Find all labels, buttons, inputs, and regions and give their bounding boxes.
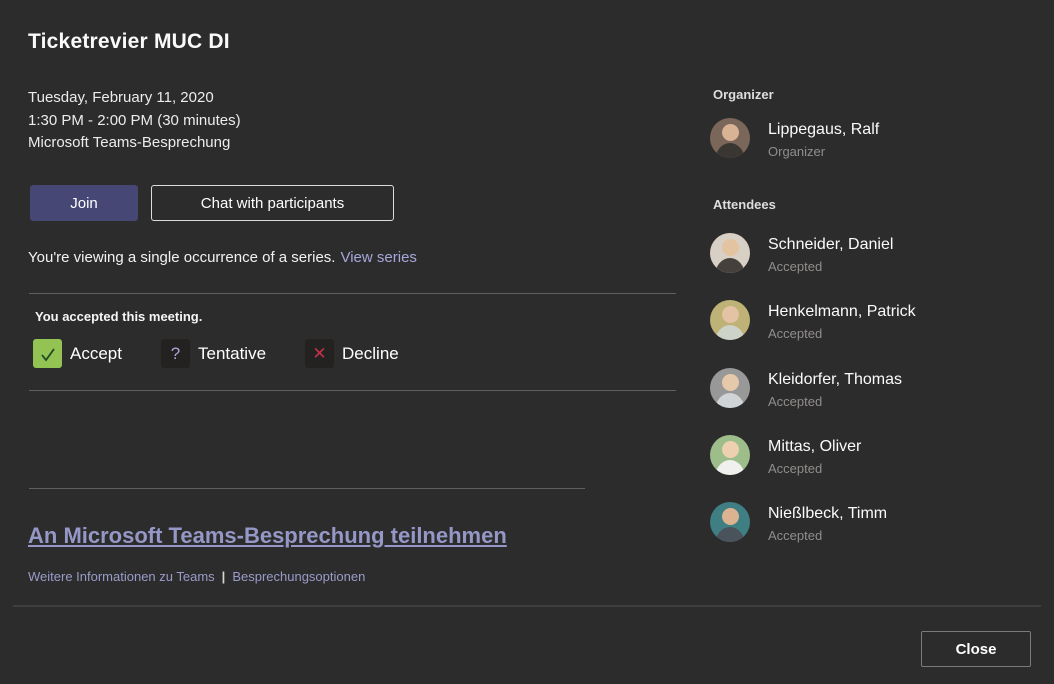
attendee-status: Accepted: [768, 461, 861, 476]
close-button[interactable]: Close: [921, 631, 1031, 667]
series-note-text: You're viewing a single occurrence of a …: [28, 249, 335, 266]
check-icon: [33, 339, 62, 368]
teams-join-meeting-link[interactable]: An Microsoft Teams-Besprechung teilnehme…: [28, 523, 507, 549]
series-note: You're viewing a single occurrence of a …: [28, 249, 417, 266]
organizer-row: Lippegaus, Ralf Organizer: [710, 118, 879, 159]
attendee-name: Henkelmann, Patrick: [768, 302, 916, 321]
meeting-time: 1:30 PM - 2:00 PM (30 minutes): [28, 110, 241, 133]
join-button[interactable]: Join: [30, 185, 138, 221]
attendee-row: Kleidorfer, Thomas Accepted: [710, 368, 902, 409]
attendee-status: Accepted: [768, 528, 887, 543]
rsvp-tentative-label: Tentative: [198, 344, 266, 364]
rsvp-status-text: You accepted this meeting.: [35, 309, 202, 324]
attendee-status: Accepted: [768, 394, 902, 409]
attendee-name: Kleidorfer, Thomas: [768, 370, 902, 389]
meeting-title: Ticketrevier MUC DI: [28, 30, 230, 54]
organizer-name: Lippegaus, Ralf: [768, 120, 879, 139]
teams-secondary-links: Weitere Informationen zu Teams | Besprechu…: [28, 569, 365, 584]
rsvp-decline-option[interactable]: ✕ Decline: [305, 339, 399, 368]
chat-with-participants-button[interactable]: Chat with participants: [151, 185, 394, 221]
divider-rsvp-top: [29, 293, 676, 294]
divider-rsvp-bottom: [29, 390, 676, 391]
view-series-link[interactable]: View series: [340, 249, 416, 266]
attendee-row: Nießlbeck, Timm Accepted: [710, 502, 887, 543]
avatar: [710, 435, 750, 475]
rsvp-accept-option[interactable]: Accept: [33, 339, 122, 368]
organizer-role: Organizer: [768, 144, 879, 159]
attendee-name: Schneider, Daniel: [768, 235, 893, 254]
divider-description: [29, 488, 585, 489]
attendee-row: Mittas, Oliver Accepted: [710, 435, 861, 476]
rsvp-accept-label: Accept: [70, 344, 122, 364]
avatar: [710, 118, 750, 158]
organizer-section-header: Organizer: [713, 87, 774, 102]
meeting-meta: Tuesday, February 11, 2020 1:30 PM - 2:0…: [28, 87, 241, 155]
rsvp-tentative-option[interactable]: ? Tentative: [161, 339, 266, 368]
footer-divider: [13, 605, 1041, 607]
attendee-row: Henkelmann, Patrick Accepted: [710, 300, 916, 341]
avatar: [710, 300, 750, 340]
rsvp-options: Accept ? Tentative ✕ Decline: [33, 339, 438, 368]
meeting-date: Tuesday, February 11, 2020: [28, 87, 241, 110]
meeting-options-link[interactable]: Besprechungsoptionen: [232, 569, 365, 584]
avatar: [710, 502, 750, 542]
attendee-name: Mittas, Oliver: [768, 437, 861, 456]
attendee-status: Accepted: [768, 259, 893, 274]
action-buttons: Join Chat with participants: [30, 185, 394, 221]
attendee-name: Nießlbeck, Timm: [768, 504, 887, 523]
question-icon: ?: [161, 339, 190, 368]
teams-info-link[interactable]: Weitere Informationen zu Teams: [28, 569, 215, 584]
attendee-status: Accepted: [768, 326, 916, 341]
avatar: [710, 233, 750, 273]
x-icon: ✕: [305, 339, 334, 368]
link-separator: |: [222, 569, 226, 584]
rsvp-decline-label: Decline: [342, 344, 399, 364]
attendee-row: Schneider, Daniel Accepted: [710, 233, 893, 274]
meeting-details-dialog: Ticketrevier MUC DI Tuesday, February 11…: [0, 0, 1054, 684]
meeting-type: Microsoft Teams-Besprechung: [28, 132, 241, 155]
avatar: [710, 368, 750, 408]
attendees-section-header: Attendees: [713, 197, 776, 212]
